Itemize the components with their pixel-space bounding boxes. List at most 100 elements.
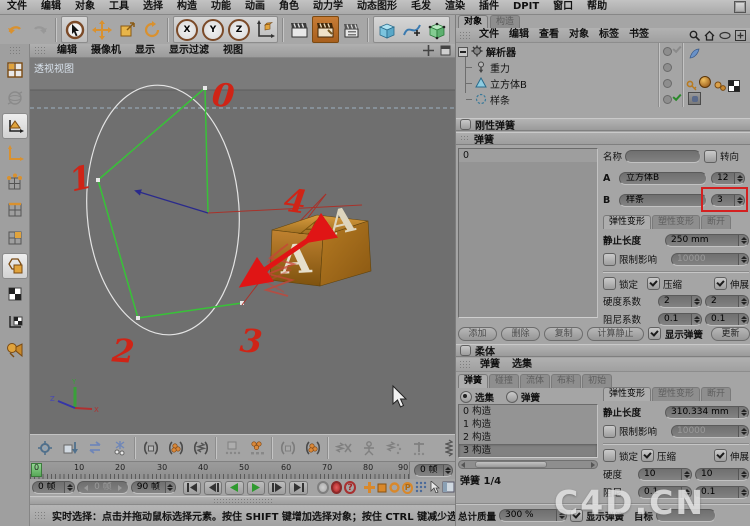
make-editable-icon[interactable] — [2, 57, 28, 83]
add-button[interactable]: 添加 — [458, 326, 498, 341]
xpresso-tag-icon[interactable] — [688, 45, 700, 64]
tree-row-gravity[interactable]: 重力 — [466, 60, 658, 75]
spring-grip[interactable] — [460, 135, 470, 142]
statusbar-grip[interactable] — [34, 511, 46, 520]
tab-structure[interactable]: 构造 — [490, 14, 521, 29]
sb-list-item-0[interactable]: 0 构造 — [459, 405, 597, 418]
soft-chain-icon[interactable] — [244, 437, 269, 460]
record-scale-icon[interactable] — [377, 478, 387, 497]
frame-slider[interactable]: 0 帧 — [77, 481, 129, 494]
om-menu-file[interactable]: 文件 — [474, 28, 504, 42]
visibility-dots[interactable] — [663, 79, 672, 88]
rigid-spring-header[interactable]: 刚性弹簧 — [456, 118, 750, 132]
lock-x-icon[interactable]: X — [176, 18, 198, 41]
menu-functions[interactable]: 功能 — [204, 0, 238, 14]
tree-label-cube[interactable]: 立方体B — [490, 76, 527, 91]
sb-tab-fluid[interactable]: 流体 — [520, 373, 551, 388]
menu-help[interactable]: 帮助 — [580, 0, 614, 14]
menu-render[interactable]: 渲染 — [438, 0, 472, 14]
tab-plastic-deform[interactable]: 塑性变形 — [652, 214, 701, 229]
material-tag-icon[interactable] — [699, 76, 711, 88]
selection-radio[interactable] — [460, 390, 472, 403]
render-view-icon[interactable] — [287, 17, 312, 42]
texture-axis-icon[interactable] — [2, 281, 28, 307]
menu-animation[interactable]: 动画 — [238, 0, 272, 14]
points-mode-icon[interactable] — [2, 169, 28, 195]
scrollbar-thumb[interactable] — [475, 461, 547, 468]
om-menu-view[interactable]: 查看 — [534, 28, 564, 42]
sb-list-item-1[interactable]: 1 构造 — [459, 418, 597, 431]
sb-lock-checkbox[interactable] — [603, 449, 616, 462]
particles-icon[interactable] — [107, 437, 132, 460]
vp-menu-filter[interactable]: 显示过滤 — [162, 44, 216, 58]
record-key-icon[interactable] — [330, 481, 343, 494]
update-button[interactable]: 更新 — [710, 326, 750, 341]
limit-stepper[interactable]: 10000 — [671, 252, 749, 266]
goto-start-icon[interactable] — [182, 480, 202, 495]
sb-limit-checkbox[interactable] — [603, 424, 616, 438]
visibility-dots[interactable] — [663, 95, 672, 104]
model-mode-icon[interactable] — [1, 113, 28, 139]
menu-plugins[interactable]: 插件 — [472, 0, 506, 14]
play-icon[interactable] — [246, 480, 265, 495]
soft-body-list[interactable]: 0 构造 1 构造 2 构造 3 构造 — [458, 404, 598, 458]
move-tool-icon[interactable] — [89, 17, 114, 42]
rigid-spring-list-item[interactable]: 0 — [459, 149, 597, 162]
rotate-tool-icon[interactable] — [139, 17, 164, 42]
display-tag-icon[interactable] — [688, 92, 701, 105]
record-position-icon[interactable] — [364, 478, 376, 497]
menu-hair[interactable]: 毛发 — [404, 0, 438, 14]
lock-y-icon[interactable]: Y — [202, 18, 224, 41]
limit-checkbox[interactable] — [603, 252, 616, 266]
tree-label-solver[interactable]: 解析器 — [486, 44, 516, 59]
enable-check-icon[interactable] — [672, 91, 682, 102]
uvw-tag-icon[interactable] — [728, 77, 740, 96]
sb-stiffness-2-stepper[interactable]: 10 — [695, 467, 749, 481]
copy-button[interactable]: 复制 — [544, 326, 584, 341]
home-icon[interactable] — [704, 26, 715, 45]
menu-dynamics[interactable]: 动力学 — [306, 0, 350, 14]
visibility-dots[interactable] — [663, 63, 672, 72]
group-balls-icon[interactable] — [300, 437, 325, 460]
dynamics-settings-icon[interactable] — [32, 437, 57, 460]
menu-window[interactable]: 窗口 — [546, 0, 580, 14]
vp-menu-camera[interactable]: 摄像机 — [84, 44, 128, 58]
soft-group-icon[interactable] — [163, 437, 188, 460]
menu-file[interactable]: 文件 — [0, 0, 34, 14]
tree-row-spline[interactable]: 样条 — [466, 92, 658, 107]
object-a-index-stepper[interactable]: 12 — [711, 171, 745, 185]
record-rotation-icon[interactable] — [389, 478, 400, 497]
record-parameter-icon[interactable]: P — [402, 481, 414, 494]
undo-icon[interactable] — [2, 17, 27, 42]
prev-key-icon[interactable] — [204, 480, 223, 495]
tree-label-spline[interactable]: 样条 — [490, 92, 510, 107]
character-icon[interactable] — [356, 437, 381, 460]
live-selection-icon[interactable] — [62, 17, 87, 42]
initial-state-icon[interactable] — [57, 437, 82, 460]
sb-rest-length-stepper[interactable]: 310.334 mm — [665, 405, 749, 419]
lock-checkbox[interactable] — [603, 277, 616, 290]
sb-tab-springs[interactable]: 弹簧 — [458, 373, 489, 388]
menu-selection[interactable]: 选择 — [136, 0, 170, 14]
sb-menu-selections[interactable]: 选集 — [506, 358, 538, 372]
calc-rest-button[interactable]: 计算静止 — [587, 326, 644, 341]
new-panel-icon[interactable] — [735, 26, 746, 45]
polygons-mode-icon[interactable] — [2, 225, 28, 251]
damping-2-stepper[interactable]: 0.1 — [705, 312, 749, 326]
autokey-help-icon[interactable]: ? — [344, 481, 356, 494]
selection-filter-icon[interactable] — [429, 478, 441, 497]
add-spline-icon[interactable] — [399, 17, 424, 42]
damping-1-stepper[interactable]: 0.1 — [658, 312, 702, 326]
stretch-checkbox[interactable] — [713, 277, 727, 290]
anchor-icon[interactable] — [406, 437, 431, 460]
name-field[interactable] — [625, 149, 702, 163]
sb-tab-initial[interactable]: 初始 — [582, 373, 613, 388]
stiffness-1-stepper[interactable]: 2 — [658, 294, 702, 308]
layout-switch-icon[interactable] — [734, 1, 746, 13]
om-menu-bookmarks[interactable]: 书签 — [624, 28, 654, 42]
edges-mode-icon[interactable] — [2, 197, 28, 223]
spring-subheader[interactable]: 弹簧 — [456, 132, 750, 146]
om-grip[interactable] — [459, 30, 471, 40]
object-b-field[interactable]: 样条 — [619, 193, 707, 207]
sb-tab-cloth[interactable]: 布料 — [551, 373, 582, 388]
